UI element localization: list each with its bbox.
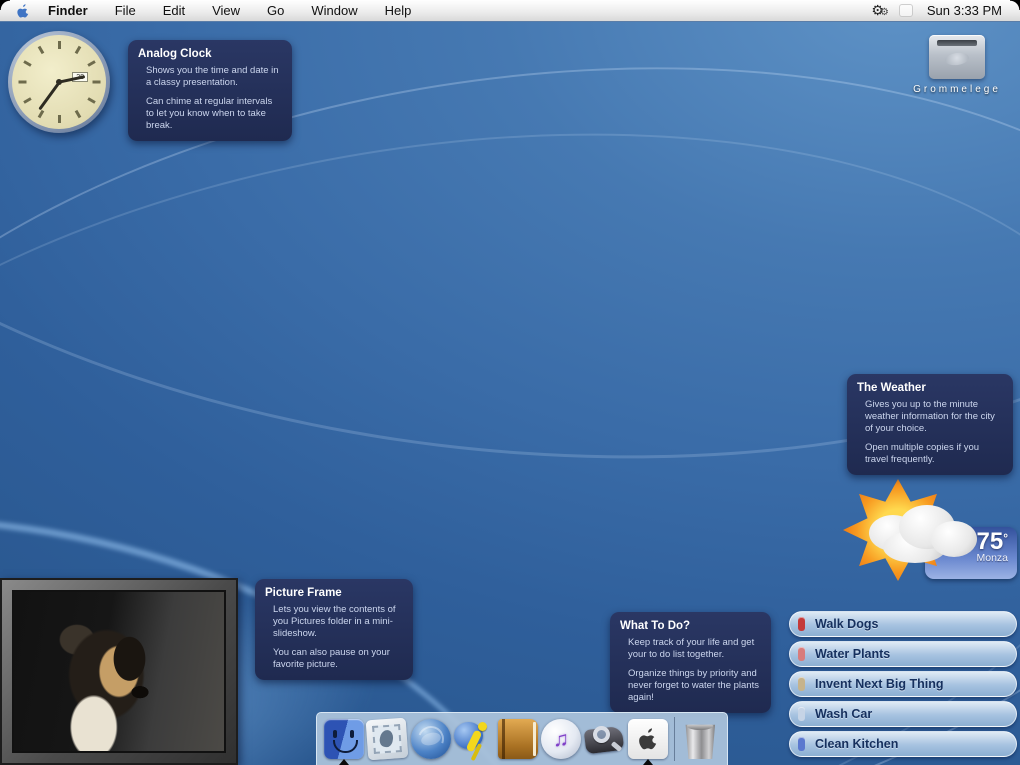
tooltip-title: What To Do? — [620, 620, 761, 632]
todo-label: Invent Next Big Thing — [815, 677, 943, 691]
todo-item-water-plants[interactable]: Water Plants — [789, 641, 1017, 667]
menu-edit[interactable]: Edit — [163, 3, 185, 18]
picture-frame-widget[interactable] — [0, 578, 238, 765]
magnifier-icon — [593, 726, 610, 743]
tooltip-title: The Weather — [857, 382, 1003, 394]
dock-item-aim[interactable] — [452, 713, 495, 765]
tooltip-text: Lets you view the contents of you Pictur… — [273, 604, 403, 640]
clock-center-cap — [56, 79, 62, 85]
dock-item-web-browser[interactable] — [409, 713, 452, 765]
menu-bar-clock[interactable]: Sun 3:33 PM — [927, 3, 1002, 18]
menu-view[interactable]: View — [212, 3, 240, 18]
dock-item-address-book[interactable] — [496, 713, 539, 765]
dock-item-trash[interactable] — [679, 713, 722, 765]
priority-marker — [798, 647, 805, 661]
priority-marker — [798, 707, 805, 721]
dock-item-mail[interactable] — [365, 713, 408, 765]
desktop-disk-icon[interactable]: Grommelege — [898, 35, 1016, 95]
priority-marker — [798, 677, 805, 691]
aim-running-man-icon — [467, 721, 491, 757]
weather-widget[interactable]: 75° Monza — [843, 479, 1017, 581]
cloud-icon — [931, 521, 977, 557]
dock-item-finder[interactable] — [322, 713, 365, 765]
tooltip-weather: The Weather Gives you up to the minute w… — [847, 374, 1013, 475]
sherlock-icon — [584, 719, 624, 759]
dock: ♫ — [316, 712, 728, 765]
system-apple-icon — [628, 719, 668, 759]
trash-icon — [684, 721, 716, 759]
dock-separator — [674, 717, 675, 761]
todo-item-walk-dogs[interactable]: Walk Dogs — [789, 611, 1017, 637]
running-app-indicator — [643, 759, 653, 765]
aim-icon — [454, 719, 494, 759]
finder-icon — [324, 719, 364, 759]
dock-item-itunes[interactable]: ♫ — [539, 713, 582, 765]
address-book-icon — [498, 719, 538, 759]
dock-item-system[interactable] — [626, 713, 669, 765]
faded-menu-extra-icon[interactable] — [899, 4, 913, 17]
todo-list-widget: Walk Dogs Water Plants Invent Next Big T… — [789, 611, 1017, 761]
hard-disk-icon — [929, 35, 985, 79]
todo-label: Walk Dogs — [815, 617, 878, 631]
tooltip-text: You can also pause on your favorite pict… — [273, 647, 403, 671]
todo-label: Clean Kitchen — [815, 737, 898, 751]
web-browser-globe-icon — [411, 719, 451, 759]
tooltip-text: Open multiple copies if you travel frequ… — [865, 442, 1003, 466]
degree-symbol: ° — [1003, 531, 1008, 545]
itunes-icon: ♫ — [541, 719, 581, 759]
apple-menu-icon[interactable] — [16, 3, 30, 19]
tooltip-title: Analog Clock — [138, 48, 282, 60]
todo-item-invent-next-big-thing[interactable]: Invent Next Big Thing — [789, 671, 1017, 697]
apple-icon — [637, 727, 659, 751]
mail-icon — [366, 718, 409, 761]
analog-clock-widget[interactable]: 28 — [8, 31, 110, 133]
music-note-icon: ♫ — [553, 729, 569, 750]
disk-label: Grommelege — [898, 84, 1016, 95]
todo-label: Wash Car — [815, 707, 872, 721]
tooltip-what-to-do: What To Do? Keep track of your life and … — [610, 612, 771, 713]
tooltip-text: Can chime at regular intervals to let yo… — [146, 96, 282, 132]
apple-icon — [16, 3, 30, 19]
tooltip-picture-frame: Picture Frame Lets you view the contents… — [255, 579, 413, 680]
priority-marker — [798, 617, 805, 631]
menu-help[interactable]: Help — [385, 3, 412, 18]
screen-corner — [0, 0, 10, 10]
clock-minute-hand — [38, 81, 60, 110]
tooltip-text: Organize things by priority and never fo… — [628, 668, 761, 704]
tooltip-text: Gives you up to the minute weather infor… — [865, 399, 1003, 435]
screen-corner — [1010, 0, 1020, 10]
running-app-indicator — [339, 759, 349, 765]
tooltip-text: Shows you the time and date in a classy … — [146, 65, 282, 89]
menu-window[interactable]: Window — [311, 3, 357, 18]
todo-item-clean-kitchen[interactable]: Clean Kitchen — [789, 731, 1017, 757]
konfabulator-gears-icon[interactable]: ⚙⚙ — [871, 2, 885, 19]
menu-go[interactable]: Go — [267, 3, 284, 18]
dog-photo — [12, 590, 226, 753]
todo-label: Water Plants — [815, 647, 890, 661]
menu-finder[interactable]: Finder — [48, 3, 88, 18]
menu-bar: Finder File Edit View Go Window Help ⚙⚙ … — [0, 0, 1020, 22]
clock-face: 28 — [12, 35, 106, 129]
tooltip-text: Keep track of your life and get your to … — [628, 637, 761, 661]
dock-item-sherlock[interactable] — [583, 713, 626, 765]
todo-item-wash-car[interactable]: Wash Car — [789, 701, 1017, 727]
tooltip-analog-clock: Analog Clock Shows you the time and date… — [128, 40, 292, 141]
priority-marker — [798, 737, 805, 751]
menu-file[interactable]: File — [115, 3, 136, 18]
tooltip-title: Picture Frame — [265, 587, 403, 599]
